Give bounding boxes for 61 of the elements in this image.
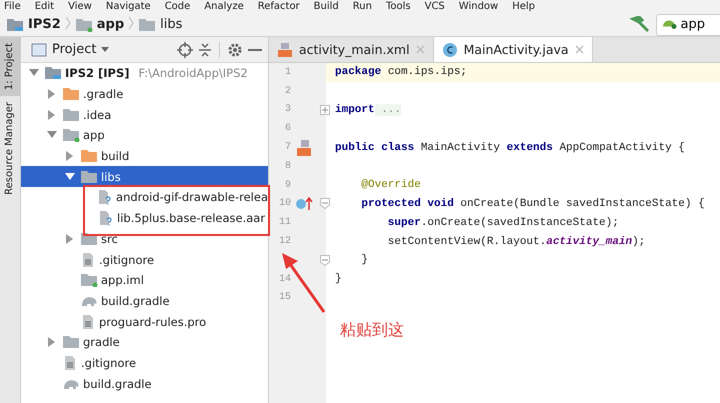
- menu-item[interactable]: View: [68, 0, 92, 13]
- menu-item[interactable]: Build: [314, 0, 339, 13]
- breadcrumb-item[interactable]: app: [96, 17, 124, 32]
- line-number: 6: [284, 123, 291, 134]
- line-number: 2: [284, 86, 291, 97]
- line-number: 14: [278, 274, 291, 285]
- tree-item[interactable]: lib.5plus.base-release.aar: [117, 211, 266, 226]
- menu-item[interactable]: Refactor: [258, 0, 300, 13]
- line-number: 1: [284, 66, 291, 78]
- code-line: super.onCreate(savedInstanceState);: [386, 216, 619, 229]
- tree-item[interactable]: .idea: [83, 108, 112, 122]
- tool-window-tab[interactable]: 1: Project: [0, 37, 20, 96]
- tool-window-tab[interactable]: Resource Manager: [0, 96, 20, 201]
- line-number: 8: [284, 160, 291, 172]
- menu-item[interactable]: Window: [458, 0, 498, 13]
- tree-item[interactable]: .gitignore: [99, 252, 154, 267]
- tree-item[interactable]: .gitignore: [81, 356, 136, 370]
- code-line: setContentView(R.layout.activity_main);: [386, 236, 646, 248]
- line-number: 3: [284, 104, 291, 116]
- tree-item[interactable]: app.iml: [101, 273, 144, 288]
- tree-item[interactable]: build.gradle: [83, 376, 152, 391]
- run-configuration-dropdown[interactable]: app: [656, 14, 720, 36]
- tree-item[interactable]: gradle: [83, 335, 120, 350]
- tree-item[interactable]: libs: [101, 170, 121, 184]
- menu-item[interactable]: Run: [352, 0, 372, 13]
- code-line: protected void onCreate(Bundle savedInstanceState) {: [360, 198, 705, 210]
- code-line: }: [360, 254, 368, 266]
- code-line: @Override: [360, 179, 421, 192]
- code-line: public class MainActivity extends AppCompatActivity {: [334, 142, 685, 154]
- line-number: 12: [278, 236, 291, 248]
- tree-item[interactable]: build: [101, 149, 130, 164]
- tree-item[interactable]: src: [101, 232, 118, 246]
- line-number: 9: [284, 180, 291, 191]
- tree-item[interactable]: .gradle: [83, 87, 124, 102]
- menu-item[interactable]: Help: [512, 0, 536, 13]
- tree-item[interactable]: IPS2 [IPS]: [65, 66, 130, 80]
- menu-item[interactable]: Tools: [386, 0, 411, 13]
- line-number: 10: [278, 198, 291, 210]
- panel-title[interactable]: Project: [52, 42, 96, 57]
- annotation-text: 粘贴到这: [340, 320, 404, 341]
- line-number: 11: [278, 217, 291, 228]
- breadcrumb-item[interactable]: libs: [160, 17, 182, 32]
- code-line: import ...: [334, 104, 402, 116]
- menu-item[interactable]: Edit: [34, 0, 54, 13]
- menu-item[interactable]: VCS: [424, 0, 445, 13]
- tree-item[interactable]: android-gif-drawable-relea: [116, 190, 268, 204]
- menu-item[interactable]: Analyze: [204, 0, 244, 13]
- menu-item[interactable]: Code: [164, 0, 190, 13]
- code-line: package com.ips.ips;: [334, 66, 468, 78]
- line-number: 7: [284, 142, 291, 154]
- code-line: }: [334, 273, 342, 286]
- project-path: F:\AndroidApp\IPS2: [138, 66, 248, 80]
- tree-item[interactable]: proguard-rules.pro: [99, 314, 206, 329]
- menu-item[interactable]: File: [4, 0, 21, 13]
- line-number: 15: [278, 292, 291, 304]
- tree-item[interactable]: app: [83, 128, 105, 142]
- breadcrumb-item[interactable]: IPS2: [28, 17, 61, 32]
- editor-tab[interactable]: activity_main.xml: [269, 37, 434, 62]
- menu-item[interactable]: Navigate: [106, 0, 151, 13]
- tree-item[interactable]: build.gradle: [101, 294, 170, 308]
- editor-tab[interactable]: MainActivity.java: [434, 37, 593, 62]
